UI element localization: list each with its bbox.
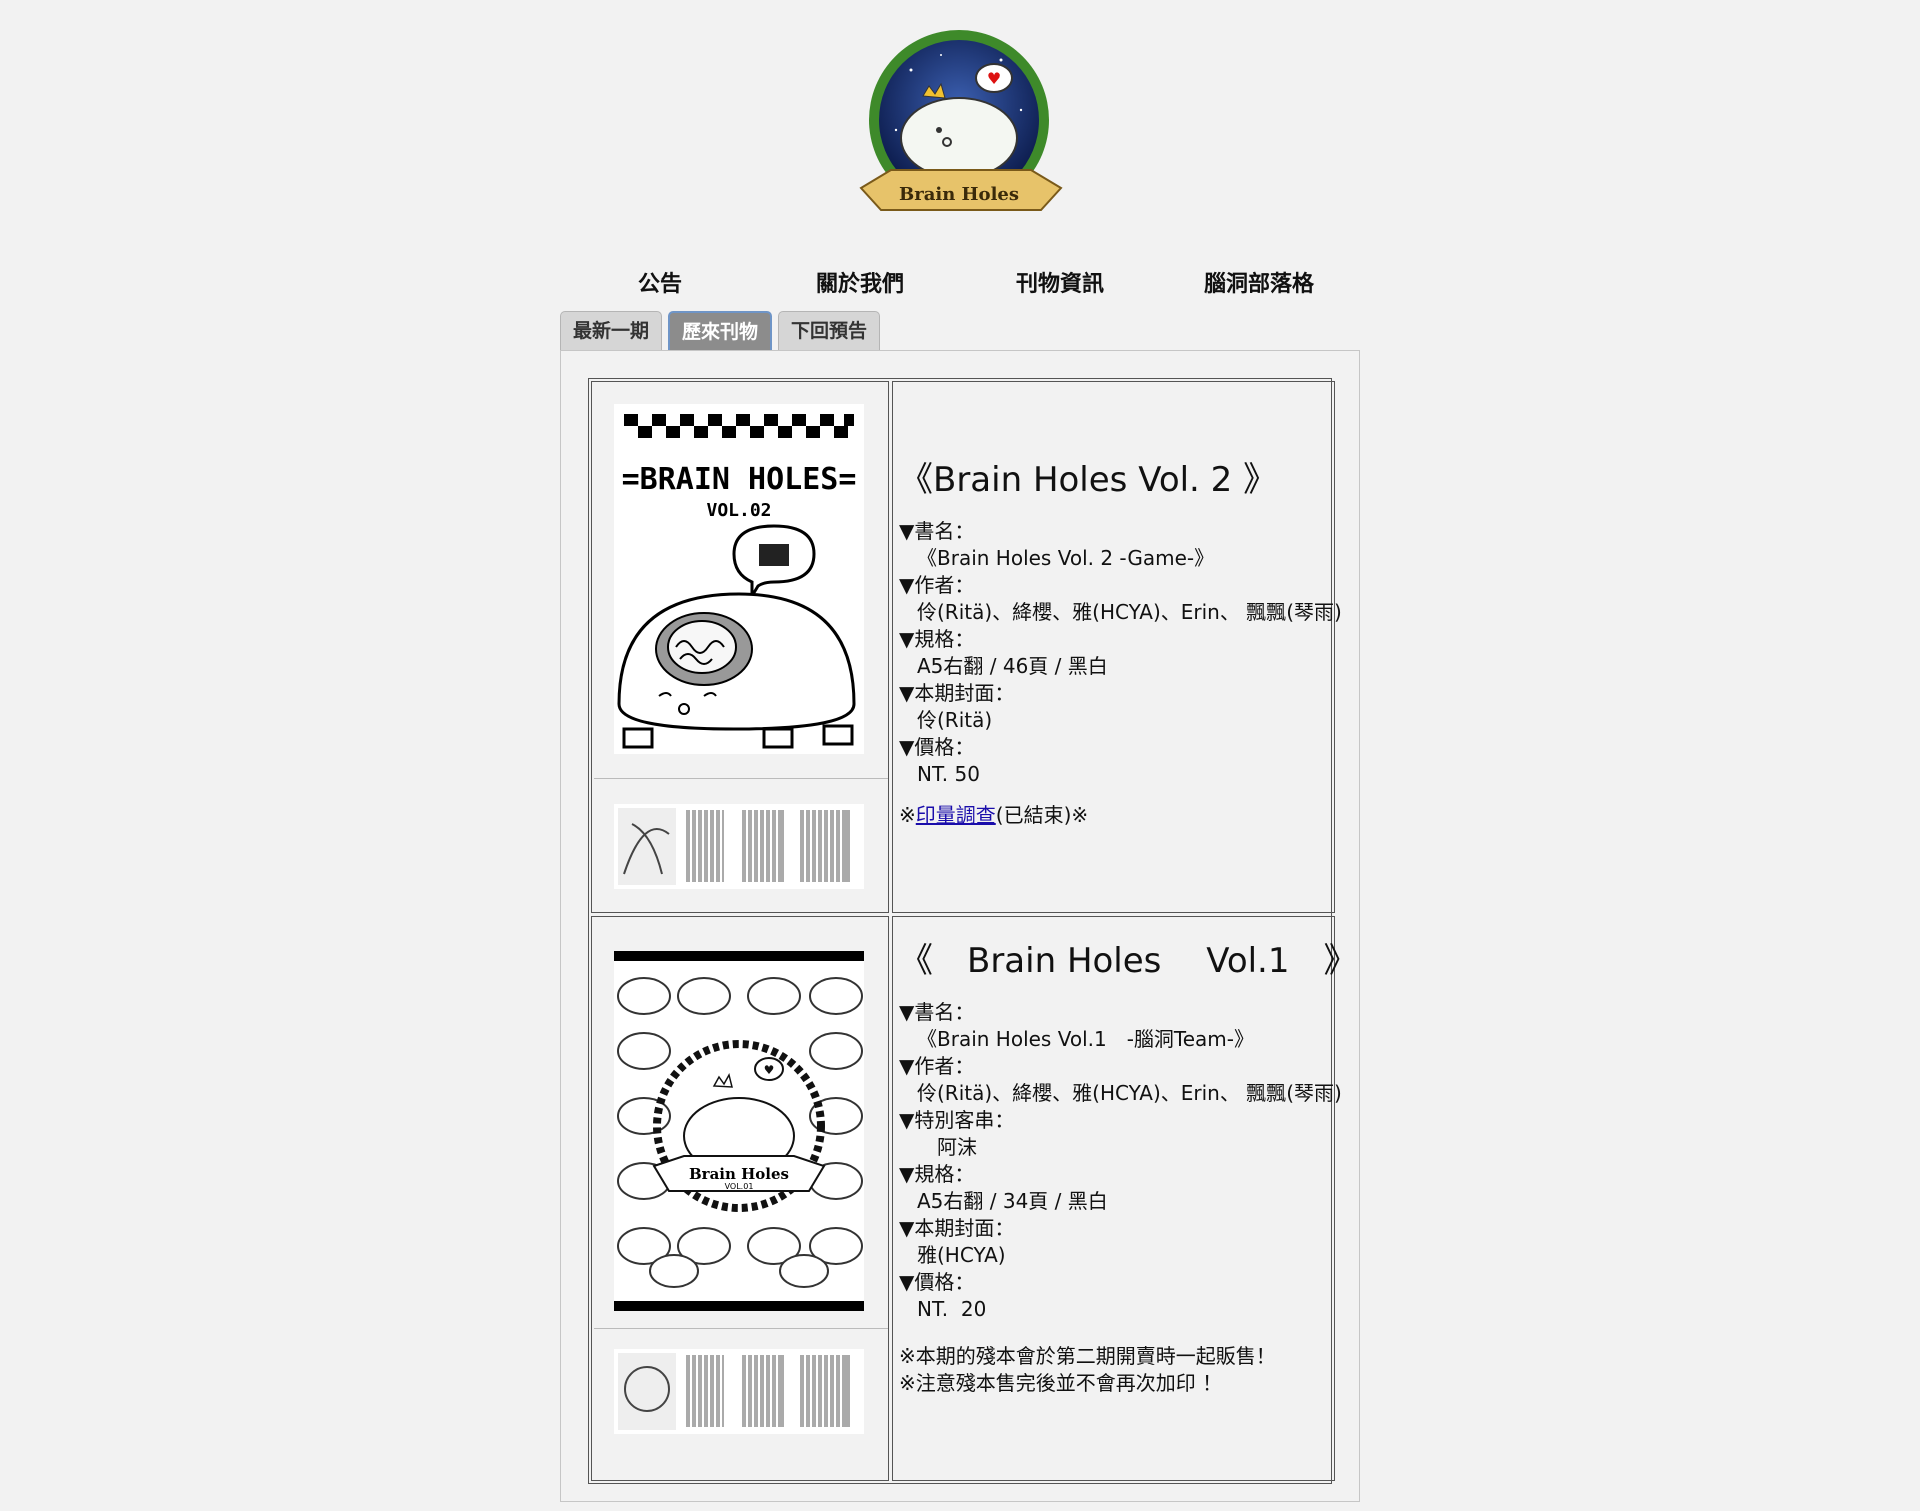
- field-label: ▼作者：: [899, 1054, 975, 1078]
- field-value-book-name: 《Brain Holes Vol.1 -腦洞Team-》: [917, 1027, 1255, 1051]
- image-divider: [594, 778, 888, 779]
- issue-1-preview-image[interactable]: [614, 1349, 864, 1434]
- issue-2-cover-title: =BRAIN HOLES=: [622, 462, 857, 497]
- issue-2-info: 《Brain Holes Vol. 2 》 ▼書名： 《Brain Holes …: [899, 460, 1342, 829]
- image-divider: [594, 1328, 888, 1329]
- field-value-cover-artist: 伶(Ritä): [917, 708, 993, 732]
- issue-2-info-cell: 《Brain Holes Vol. 2 》 ▼書名： 《Brain Holes …: [892, 381, 1342, 913]
- print-survey-link[interactable]: 印量調查: [916, 803, 996, 827]
- issue-1-image-cell: ♥ Brain Holes VOL.01: [591, 916, 889, 1481]
- tab-next-preview[interactable]: 下回預告: [778, 311, 881, 350]
- field-value-spec: A5右翻 / 46頁 / 黑白: [917, 654, 1108, 678]
- field-label: ▼書名：: [899, 1000, 975, 1024]
- field-label: ▼規格：: [899, 1162, 975, 1186]
- nav-publication-info[interactable]: 刊物資訊: [1016, 266, 1104, 298]
- field-label: ▼本期封面：: [899, 681, 1015, 705]
- nav-blog[interactable]: 腦洞部落格: [1204, 266, 1314, 298]
- field-value-price: NT. 50: [917, 762, 980, 786]
- issue-2-cover-subtitle: VOL.02: [706, 500, 771, 521]
- note-suffix: (已結束)※: [995, 803, 1089, 827]
- issues-table: =BRAIN HOLES= VOL.02 《Brain Holes Vol. 2…: [588, 378, 1358, 1484]
- field-label: ▼書名：: [899, 519, 975, 543]
- tab-latest-issue[interactable]: 最新一期: [560, 311, 663, 350]
- issue-2-title: 《Brain Holes Vol. 2 》: [899, 460, 1278, 500]
- issue-1-cover-title: Brain Holes: [689, 1165, 789, 1183]
- issue-2-preview-image[interactable]: [614, 804, 864, 889]
- field-value-book-name: 《Brain Holes Vol. 2 -Game-》: [917, 546, 1215, 570]
- field-value-price: NT. 20: [917, 1297, 987, 1321]
- nav-about-us[interactable]: 關於我們: [816, 266, 904, 298]
- field-value-guest: 阿沫: [917, 1135, 977, 1159]
- issue-1-info: 《 Brain Holes Vol.1 》 ▼書名： 《Brain Holes …: [899, 941, 1358, 1397]
- field-label: ▼特別客串：: [899, 1108, 1015, 1132]
- field-label: ▼規格：: [899, 627, 975, 651]
- field-label: ▼本期封面：: [899, 1216, 1015, 1240]
- logo-text: Brain Holes: [899, 184, 1019, 205]
- field-value-authors: 伶(Ritä)、絳櫻、雅(HCYA)、Erin、 飄飄(琴雨): [917, 600, 1342, 624]
- site-logo[interactable]: ♥ Brain Holes: [851, 20, 1068, 232]
- tab-past-issues[interactable]: 歷來刊物: [668, 311, 773, 351]
- issue-1-note-1: ※本期的殘本會於第二期開賣時一起販售！: [899, 1344, 1276, 1368]
- field-label: ▼價格：: [899, 735, 975, 759]
- field-label: ▼價格：: [899, 1270, 975, 1294]
- issue-1-note-2: ※注意殘本售完後並不會再次加印 ！: [899, 1371, 1223, 1395]
- note-prefix: ※: [899, 803, 916, 827]
- issue-1-title: 《 Brain Holes Vol.1 》: [899, 941, 1358, 981]
- svg-text:♥: ♥: [764, 1063, 775, 1077]
- issue-1-info-cell: 《 Brain Holes Vol.1 》 ▼書名： 《Brain Holes …: [892, 916, 1358, 1481]
- issue-2-image-cell: =BRAIN HOLES= VOL.02: [591, 381, 889, 913]
- svg-text:♥: ♥: [987, 69, 1001, 88]
- field-label: ▼作者：: [899, 573, 975, 597]
- issue-1-cover-subtitle: VOL.01: [725, 1182, 754, 1191]
- nav-announcements[interactable]: 公告: [638, 266, 682, 298]
- issue-1-cover-image[interactable]: ♥ Brain Holes VOL.01: [614, 951, 864, 1311]
- issue-2-cover-image[interactable]: =BRAIN HOLES= VOL.02: [614, 404, 864, 754]
- tab-panel: =BRAIN HOLES= VOL.02 《Brain Holes Vol. 2…: [560, 350, 1360, 1502]
- main-nav: 公告 關於我們 刊物資訊 腦洞部落格: [560, 266, 1360, 306]
- field-value-spec: A5右翻 / 34頁 / 黑白: [917, 1189, 1108, 1213]
- issue-2-note: ※印量調查(已結束)※: [899, 802, 1329, 829]
- field-value-cover-artist: 雅(HCYA): [917, 1243, 1006, 1267]
- field-value-authors: 伶(Ritä)、絳櫻、雅(HCYA)、Erin、 飄飄(琴雨): [917, 1081, 1342, 1105]
